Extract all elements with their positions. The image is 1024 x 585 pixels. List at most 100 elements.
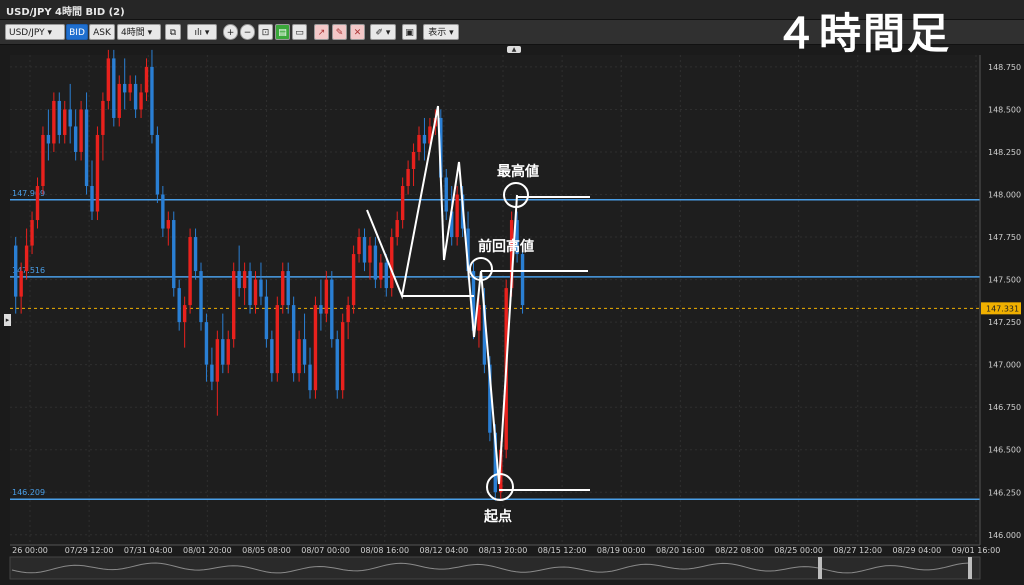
candle-body: [357, 237, 361, 255]
time-tick-label: 08/05 08:00: [242, 546, 291, 555]
time-tick-label: 08/08 16:00: [360, 546, 409, 555]
time-tick-label: 08/20 16:00: [656, 546, 705, 555]
candle-body: [226, 339, 230, 365]
candle-body: [117, 83, 121, 118]
candle-body: [379, 262, 383, 280]
candle-body: [35, 186, 40, 221]
candle-body: [166, 220, 170, 229]
candle-body: [330, 279, 334, 340]
candle-body: [63, 109, 67, 135]
candle-body: [313, 305, 318, 391]
candle-body: [341, 322, 345, 391]
candle-body: [362, 237, 367, 263]
navigator-panel[interactable]: [9, 556, 981, 580]
price-tick-label: 146.000: [988, 531, 1021, 540]
candle-body: [123, 83, 127, 93]
candle-body: [275, 305, 279, 374]
candle-body: [73, 126, 78, 152]
time-tick-label: 08/25 00:00: [774, 546, 823, 555]
candle-body: [14, 245, 18, 297]
navigator-handle[interactable]: [818, 557, 822, 579]
time-tick-label: 26 00:00: [12, 546, 48, 555]
time-tick-label: 08/27 12:00: [833, 546, 882, 555]
candle-body: [232, 271, 236, 340]
time-tick-label: 08/12 04:00: [420, 546, 469, 555]
candle-body: [68, 109, 72, 127]
candle-body: [455, 194, 459, 238]
time-tick-label: 08/13 20:00: [479, 546, 528, 555]
candle-body: [297, 339, 301, 374]
candle-body: [335, 339, 339, 391]
time-tick-label: 08/19 00:00: [597, 546, 646, 555]
time-tick-label: 09/01 16:00: [952, 546, 1001, 555]
candle-body: [395, 220, 399, 238]
candlestick-chart[interactable]: 147.969147.516146.209 最高値前回高値起点 148.7501…: [0, 0, 1024, 585]
candle-body: [281, 271, 285, 306]
price-tick-label: 147.000: [988, 361, 1021, 370]
candle-body: [291, 305, 296, 374]
candle-body: [199, 271, 203, 323]
candle-body: [30, 220, 34, 246]
price-axis: 148.750 148.500 148.250 148.000 147.750 147.5…: [979, 55, 1021, 545]
candle-body: [182, 305, 187, 323]
candle-body: [133, 83, 138, 110]
candle-body: [41, 134, 45, 187]
candle-body: [422, 134, 427, 144]
candle-body: [112, 58, 116, 118]
price-tick-label: 146.250: [988, 488, 1021, 497]
time-tick-label: 07/29 12:00: [65, 546, 114, 555]
candle-body: [417, 134, 421, 152]
candle-body: [106, 58, 111, 101]
candle-body: [57, 100, 61, 135]
candle-body: [351, 254, 356, 306]
candle-body: [302, 339, 307, 365]
candle-body: [264, 296, 269, 340]
candle-body: [259, 279, 263, 297]
current-price-label: 147.331: [986, 304, 1019, 313]
candle-body: [286, 271, 290, 306]
price-tick-label: 148.000: [988, 191, 1021, 200]
price-tick-label: 147.250: [988, 318, 1021, 327]
price-tick-label: 148.750: [988, 63, 1021, 72]
candle-body: [161, 194, 165, 229]
candle-body: [95, 134, 100, 212]
candle-body: [253, 279, 258, 306]
left-panel-grip[interactable]: ▸: [4, 314, 11, 326]
time-tick-label: 07/31 04:00: [124, 546, 173, 555]
candle-body: [444, 177, 448, 212]
annotation-previous-high: 前回高値: [478, 238, 534, 255]
annotation-origin: 起点: [483, 508, 512, 525]
price-tick-label: 147.500: [988, 276, 1021, 285]
candle-body: [101, 100, 105, 135]
time-tick-label: 08/29 04:00: [893, 546, 942, 555]
candle-body: [346, 305, 350, 323]
candle-body: [24, 245, 29, 272]
horizontal-line-label: 146.209: [12, 488, 45, 497]
price-tick-label: 148.500: [988, 105, 1021, 114]
candle-body: [150, 66, 154, 135]
price-tick-label: 146.500: [988, 446, 1021, 455]
candle-body: [52, 100, 56, 144]
candle-body: [368, 245, 372, 263]
time-tick-label: 08/15 12:00: [538, 546, 587, 555]
candle-body: [308, 364, 312, 391]
candle-body: [144, 66, 149, 93]
price-tick-label: 148.250: [988, 148, 1021, 157]
candle-body: [237, 271, 241, 289]
time-tick-label: 08/22 08:00: [715, 546, 764, 555]
annotation-highest: 最高値: [497, 163, 539, 180]
candle-body: [242, 271, 247, 289]
horizontal-line-label: 147.969: [12, 189, 45, 198]
candle-body: [188, 237, 192, 306]
time-tick-label: 08/07 00:00: [301, 546, 350, 555]
candle-body: [373, 245, 378, 280]
candle-body: [84, 109, 89, 187]
candle-body: [139, 92, 143, 110]
candle-body: [390, 237, 394, 289]
navigator-handle-right[interactable]: [968, 557, 972, 579]
candle-body: [248, 271, 252, 306]
candle-body: [215, 339, 220, 382]
candle-body: [128, 83, 132, 93]
candle-body: [520, 254, 525, 306]
candle-body: [221, 339, 225, 365]
